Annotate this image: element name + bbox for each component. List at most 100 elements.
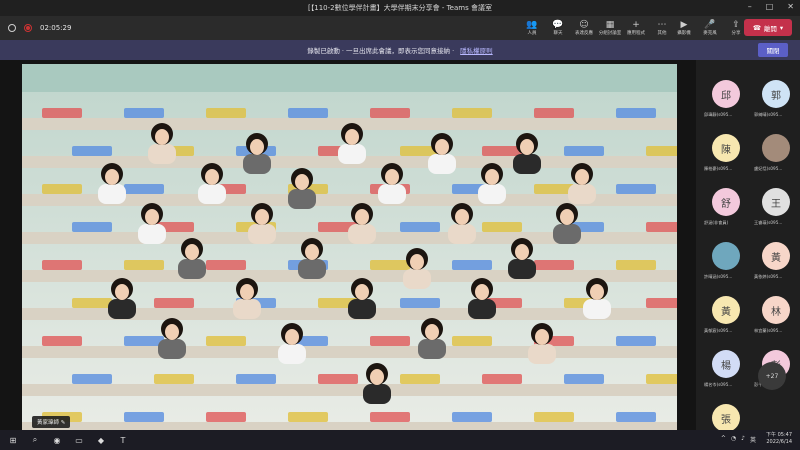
camera-button[interactable]: ▶ 攝影機 <box>672 16 696 40</box>
seat <box>452 108 492 118</box>
people-icon: 👥 <box>526 20 538 30</box>
leave-button[interactable]: ☎ 離開 ▾ <box>744 19 792 36</box>
seat <box>482 146 522 156</box>
seat <box>42 260 82 270</box>
seat <box>616 108 656 118</box>
desk-row <box>22 384 677 396</box>
participant-name: 邱瑋靜(s095... <box>704 112 733 117</box>
participant-tile[interactable]: 黃黃依婷(s095... <box>752 238 798 284</box>
seat <box>452 336 492 346</box>
chevron-down-icon[interactable]: ▾ <box>780 24 783 32</box>
privacy-link[interactable]: 隱私權原則 <box>460 45 493 55</box>
seat <box>124 260 164 270</box>
seat <box>452 260 492 270</box>
more-button[interactable]: ⋯ 其他 <box>650 16 674 40</box>
banner-close-button[interactable]: 關閉 <box>758 43 788 57</box>
desk-row <box>22 346 677 358</box>
windows-taskbar: ⊞ ⌕ ◉ ▭ ◆ T ^ ◔ ♪ 英 下午 05:47 2022/6/14 <box>0 430 800 450</box>
system-tray[interactable]: ^ ◔ ♪ 英 <box>721 435 756 444</box>
avatar: 王 <box>762 188 790 216</box>
participant-name: 盧妃恬(s095... <box>754 166 783 171</box>
seat <box>482 374 522 384</box>
participant-name: 林宜蓁(s095... <box>754 328 783 333</box>
seat <box>206 412 246 422</box>
rooms-button[interactable]: ▦ 分組討論室 <box>598 16 622 40</box>
react-button[interactable]: ☺ 表達反應 <box>572 16 596 40</box>
tool-label: 應用程式 <box>627 31 645 36</box>
avatar: 楊 <box>712 350 740 378</box>
classroom-video-image <box>22 64 677 430</box>
seat <box>616 336 656 346</box>
minimize-button[interactable]: – <box>748 2 752 11</box>
clock[interactable]: 下午 05:47 2022/6/14 <box>766 432 792 446</box>
participant-name: 黃依婷(s095... <box>754 274 783 279</box>
participant-tile[interactable]: 王王睿瑛(s095... <box>752 184 798 230</box>
participant-tile[interactable]: 許晴涵(s095... <box>702 238 748 284</box>
seat <box>124 184 164 194</box>
seat <box>400 298 440 308</box>
participant-tile[interactable]: 黃黃郁宸(s095... <box>702 292 748 338</box>
avatar: 陳 <box>712 134 740 162</box>
tool-label: 分享 <box>731 31 741 36</box>
seat <box>154 374 194 384</box>
search-icon[interactable]: ⌕ <box>26 431 44 449</box>
participant-tile[interactable]: 邱邱瑋靜(s095... <box>702 76 748 122</box>
chat-icon: 💬 <box>552 20 564 30</box>
participant-tile[interactable]: 楊楊名岑(s095... <box>702 346 748 392</box>
windows-icon[interactable]: ⊞ <box>4 431 22 449</box>
participant-tile[interactable]: 林林宜蓁(s095... <box>752 292 798 338</box>
shield-icon <box>8 24 16 32</box>
participant-tile[interactable]: 郭郭綺晴(s095... <box>752 76 798 122</box>
seat <box>616 260 656 270</box>
share-icon: ⇪ <box>732 20 740 30</box>
participant-name: 陳柏豪(s095... <box>704 166 733 171</box>
more-participants-button[interactable]: +27 <box>758 362 786 390</box>
seat <box>646 298 677 308</box>
seat <box>124 108 164 118</box>
seat <box>206 336 246 346</box>
folder-icon[interactable]: ▭ <box>70 431 88 449</box>
tool-label: 分組討論室 <box>598 31 622 36</box>
avatar <box>712 242 740 270</box>
chat-button[interactable]: 💬 聊天 <box>546 16 570 40</box>
apps-icon: + <box>632 20 640 30</box>
wifi-icon[interactable]: ◔ <box>731 435 736 444</box>
apps-button[interactable]: + 應用程式 <box>624 16 648 40</box>
participant-tile[interactable]: 陳陳柏豪(s095... <box>702 130 748 176</box>
seat <box>370 412 410 422</box>
chrome-icon[interactable]: ◉ <box>48 431 66 449</box>
maximize-button[interactable]: □ <box>766 2 774 11</box>
title-bar: [【110-2數位學伴計畫】大學伴期末分享會 - Teams 會議室 – □ ✕ <box>0 0 800 16</box>
seat <box>72 222 112 232</box>
seat <box>482 222 522 232</box>
seat <box>646 222 677 232</box>
seat <box>42 108 82 118</box>
seat <box>534 108 574 118</box>
seat <box>400 222 440 232</box>
language-icon[interactable]: 英 <box>750 435 756 444</box>
teams-icon[interactable]: T <box>114 431 132 449</box>
participant-name: 舒涵(非會員) <box>704 220 729 225</box>
avatar <box>762 134 790 162</box>
tool-label: 聊天 <box>553 31 563 36</box>
seat <box>616 412 656 422</box>
close-button[interactable]: ✕ <box>787 2 794 11</box>
seat <box>370 260 410 270</box>
desk-row <box>22 422 677 430</box>
avatar: 林 <box>762 296 790 324</box>
participant-name: 王睿瑛(s095... <box>754 220 783 225</box>
chevron-up-icon[interactable]: ^ <box>721 435 726 444</box>
meeting-timer: 02:05:29 <box>40 24 72 32</box>
people-button[interactable]: 👥 人員 <box>520 16 544 40</box>
phone-icon: ☎ <box>752 23 761 32</box>
banner-text: 錄製已啟動 · 一旦出席此會議，即表示您同意接納 · <box>307 47 455 55</box>
volume-icon[interactable]: ♪ <box>741 435 745 444</box>
seat <box>400 374 440 384</box>
seat <box>370 108 410 118</box>
camera-icon: ▶ <box>680 20 688 30</box>
participant-tile[interactable]: 盧妃恬(s095... <box>752 130 798 176</box>
avatar: 黃 <box>762 242 790 270</box>
participant-tile[interactable]: 舒舒涵(非會員) <box>702 184 748 230</box>
mic-button[interactable]: 🎤 麥克風 <box>698 16 722 40</box>
app-icon[interactable]: ◆ <box>92 431 110 449</box>
